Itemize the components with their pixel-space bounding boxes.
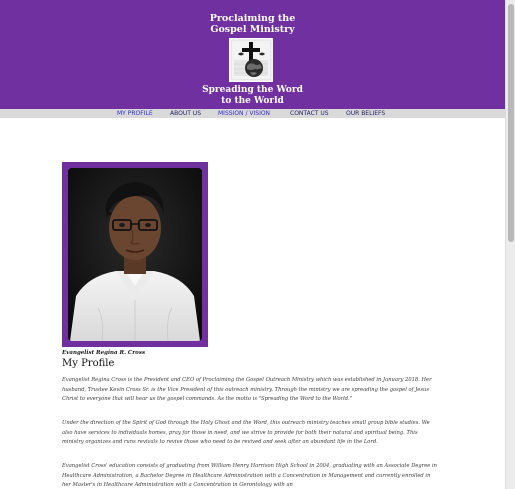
site-tagline: Spreading the Word to the World bbox=[0, 85, 505, 107]
tagline-line2: to the World bbox=[221, 96, 284, 106]
cross-globe-logo[interactable] bbox=[229, 38, 273, 82]
portrait-image bbox=[68, 168, 202, 341]
nav-mission-vision[interactable]: MISSION / VISION bbox=[218, 109, 270, 118]
cross-globe-icon bbox=[229, 38, 273, 82]
photo-caption: Evangelist Regina R. Cross bbox=[62, 350, 146, 356]
page-title: My Profile bbox=[62, 358, 115, 369]
bio-paragraph-2: Under the direction of the Spirit of God… bbox=[62, 420, 430, 445]
nav-my-profile[interactable]: MY PROFILE bbox=[117, 109, 153, 118]
nav-contact-us[interactable]: CONTACT US bbox=[290, 109, 329, 118]
bio-paragraph-1: Evangelist Regina Cross is the President… bbox=[62, 377, 432, 402]
scrollbar-thumb[interactable] bbox=[508, 4, 514, 242]
nav-about-us[interactable]: ABOUT US bbox=[170, 109, 201, 118]
site-title[interactable]: Proclaiming the Gospel Ministry bbox=[0, 13, 505, 35]
site-title-line1: Proclaiming the bbox=[209, 13, 296, 24]
site-header: Proclaiming the Gospel Ministry Spreadin… bbox=[0, 0, 505, 109]
profile-photo-frame bbox=[62, 162, 208, 347]
tagline-line1: Spreading the Word bbox=[202, 85, 303, 95]
bio-paragraph-3: Evangelist Cross' education consists of … bbox=[62, 463, 438, 488]
profile-photo bbox=[68, 168, 202, 341]
site-title-line2: Gospel Ministry bbox=[210, 24, 295, 35]
main-nav: MY PROFILE ABOUT US MISSION / VISION CON… bbox=[0, 109, 505, 118]
nav-our-beliefs[interactable]: OUR BELIEFS bbox=[346, 109, 385, 118]
page: Proclaiming the Gospel Ministry Spreadin… bbox=[0, 0, 505, 489]
vertical-scrollbar[interactable] bbox=[505, 0, 515, 489]
